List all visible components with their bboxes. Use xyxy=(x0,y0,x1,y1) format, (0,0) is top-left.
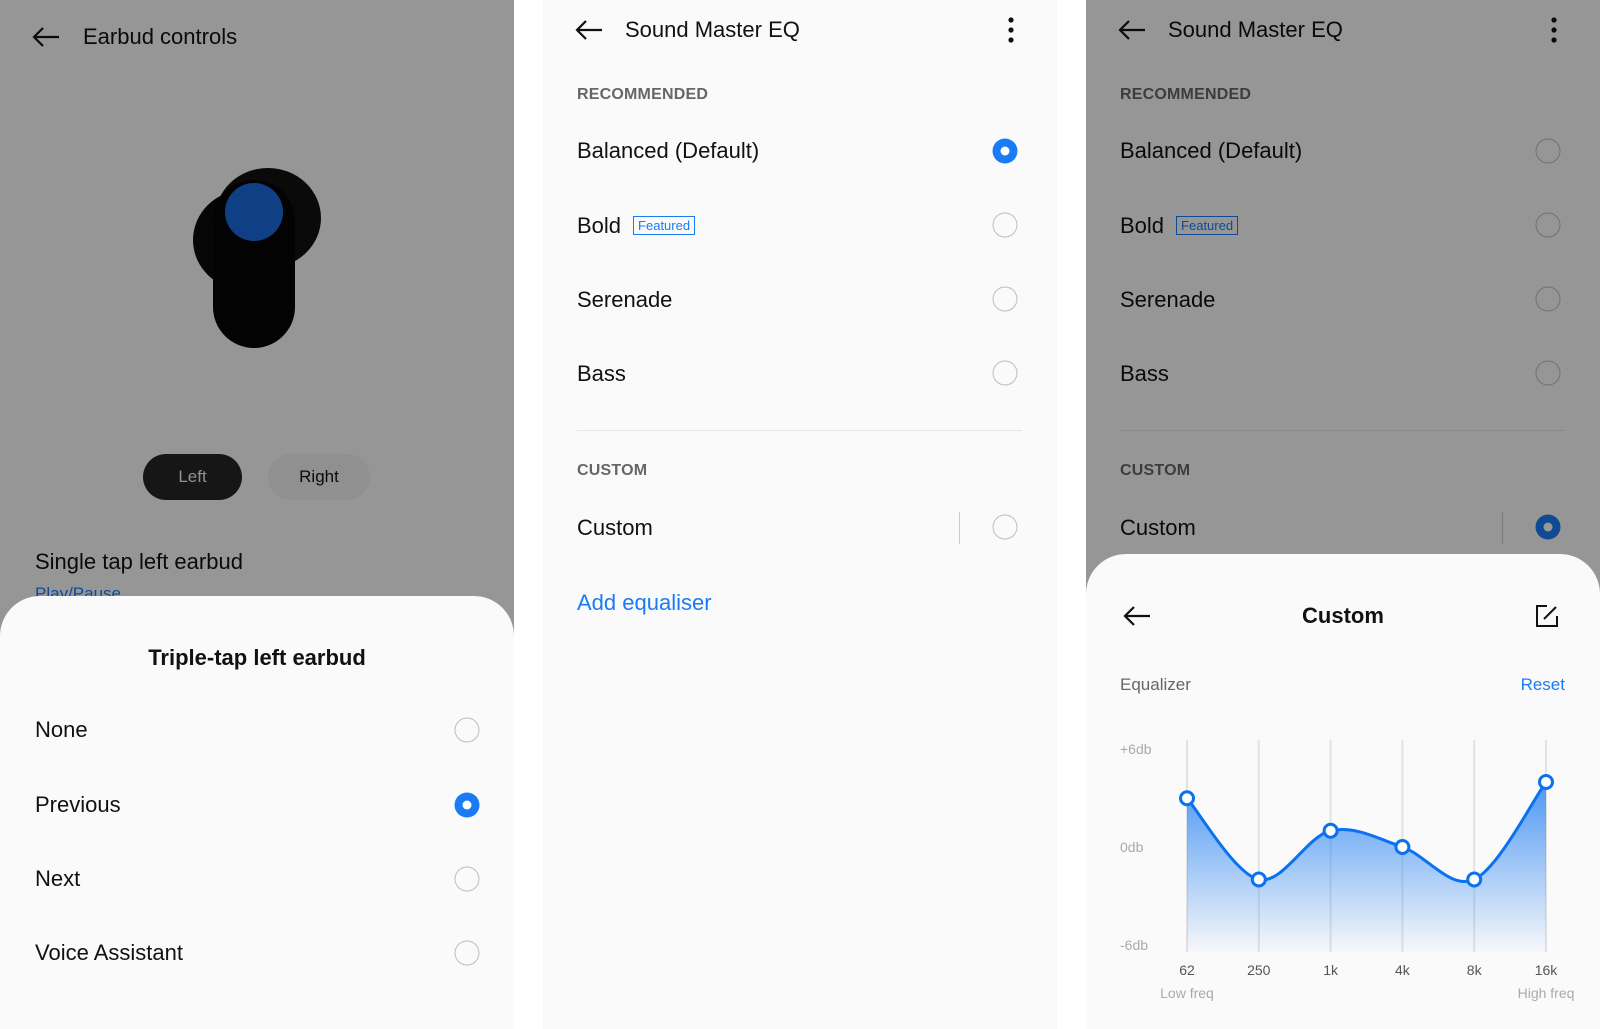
radio-next[interactable] xyxy=(454,866,480,892)
add-equaliser-link[interactable]: Add equaliser xyxy=(577,590,712,616)
equalizer-chart[interactable]: +6db 0db -6db 62 250 1k 4k 8k 16k Low freq Hi… xyxy=(1086,554,1600,1029)
radio-custom[interactable] xyxy=(992,514,1018,540)
option-list: None Previous Next Voice Assistant xyxy=(0,596,514,1029)
radio-none[interactable] xyxy=(454,717,480,743)
x-tick-label: 16k xyxy=(1535,962,1559,978)
preset-label: Serenade xyxy=(577,287,673,312)
custom-eq-screen: Sound Master EQ RECOMMENDED Balanced (De… xyxy=(1086,0,1600,1029)
custom-header: CUSTOM xyxy=(577,462,648,479)
x-tick-label: 1k xyxy=(1323,962,1339,978)
back-arrow-icon[interactable] xyxy=(575,20,603,40)
radio-bold[interactable] xyxy=(992,212,1018,238)
radio-balanced[interactable] xyxy=(992,138,1018,164)
radio-serenade[interactable] xyxy=(992,286,1018,312)
y-tick-label: -6db xyxy=(1120,937,1148,953)
radio-previous[interactable] xyxy=(454,792,480,818)
low-freq-label: Low freq xyxy=(1160,985,1214,1001)
x-tick-label: 62 xyxy=(1179,962,1195,978)
preset-label: Custom xyxy=(577,515,653,540)
more-options-icon[interactable] xyxy=(1004,17,1018,43)
radio-bass[interactable] xyxy=(992,360,1018,386)
divider xyxy=(577,430,1022,431)
page-title: Sound Master EQ xyxy=(625,17,800,42)
option-label: Next xyxy=(35,866,81,891)
sound-master-eq-screen: Sound Master EQ RECOMMENDED Balanced (De… xyxy=(543,0,1057,1029)
option-label: Voice Assistant xyxy=(35,940,183,965)
eq-band-handle[interactable] xyxy=(1466,871,1483,888)
earbud-controls-screen: Earbud controls Left Right Single tap le… xyxy=(0,0,514,1029)
eq-band-handle[interactable] xyxy=(1394,839,1411,855)
option-label: Previous xyxy=(35,792,121,817)
eq-band-handle[interactable] xyxy=(1250,871,1267,888)
featured-badge: Featured xyxy=(633,215,696,235)
preset-label: Bass xyxy=(577,361,626,386)
high-freq-label: High freq xyxy=(1518,985,1575,1001)
x-tick-label: 4k xyxy=(1395,962,1411,978)
preset-label: Balanced (Default) xyxy=(577,138,760,163)
eq-band-handle[interactable] xyxy=(1538,774,1554,790)
recommended-header: RECOMMENDED xyxy=(577,86,709,103)
eq-band-handle[interactable] xyxy=(1179,790,1195,807)
option-label: None xyxy=(35,717,88,742)
x-tick-label: 8k xyxy=(1467,962,1483,978)
custom-eq-sheet: Custom Equalizer Reset +6db 0db -6db 62 2… xyxy=(1086,554,1600,1029)
x-tick-label: 250 xyxy=(1247,962,1271,978)
y-tick-label: +6db xyxy=(1120,741,1152,757)
preset-label: Bold xyxy=(577,213,622,238)
triple-tap-sheet: Triple-tap left earbud None Previous Nex… xyxy=(0,596,514,1029)
vertical-divider xyxy=(959,512,960,544)
radio-voice-assistant[interactable] xyxy=(454,940,480,966)
y-tick-label: 0db xyxy=(1120,839,1144,855)
eq-band-handle[interactable] xyxy=(1322,822,1339,839)
